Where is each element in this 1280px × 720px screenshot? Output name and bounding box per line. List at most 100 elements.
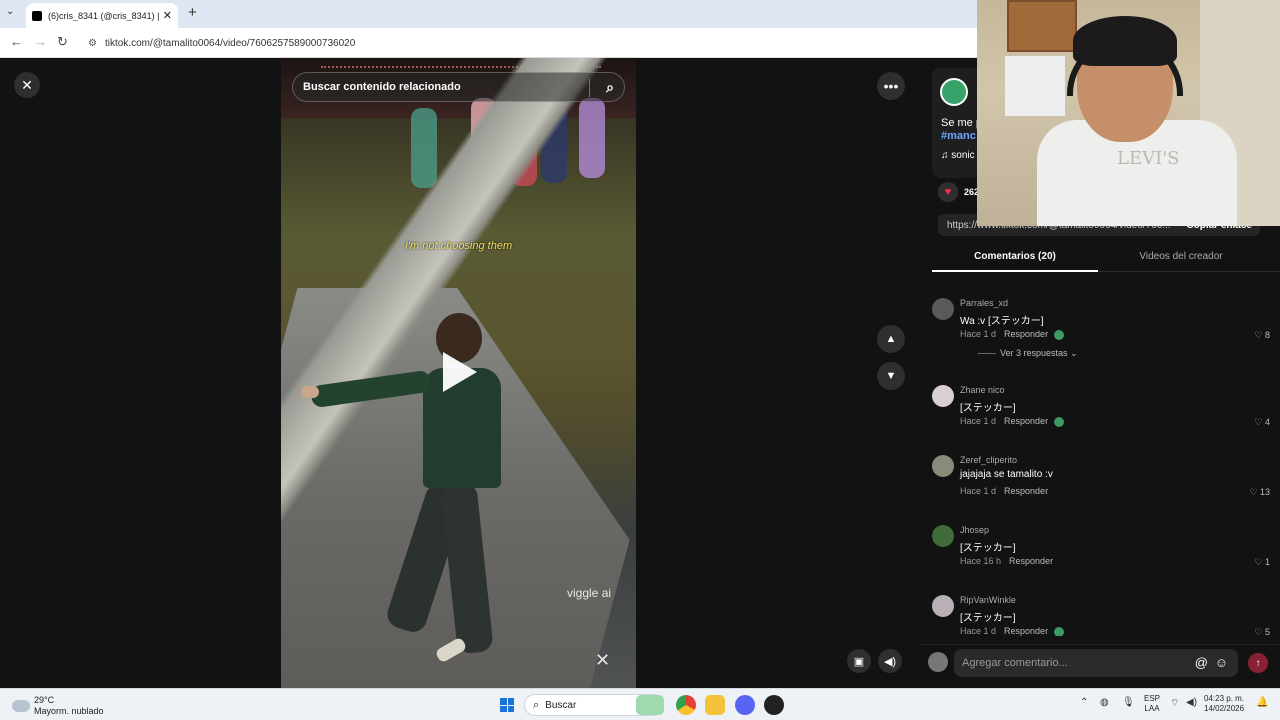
panel-tabs: Comentarios (20) Videos del creador [932,246,1280,272]
tab-search-chevron-icon[interactable]: ⌄ [6,6,14,17]
user-avatar[interactable] [928,652,948,672]
comment-username[interactable]: Zeref_cliperito [960,455,1017,465]
comment-username[interactable]: Zhane nico [960,385,1005,395]
more-options-button[interactable]: ••• [877,72,905,100]
comment-item: Zhane nico [ステッカー] Hace 1 d Responder ♡ 4 [932,379,1270,439]
comment-text: Wa :v [ステッカー] [960,316,1044,327]
creator-liked-badge-icon [1054,416,1065,427]
reload-icon[interactable]: ↻ [57,34,68,50]
comment-avatar[interactable] [932,385,954,407]
comment-text: jajajaja se tamalito :v [960,469,1053,480]
close-video-button[interactable]: ✕ [14,72,40,98]
forward-arrow-icon[interactable]: → [34,34,47,49]
heart-outline-icon: ♡ [1254,627,1265,636]
comment-like[interactable]: ♡ 5 [1254,627,1270,636]
comment-avatar[interactable] [932,298,954,320]
creator-avatar[interactable] [940,78,968,106]
address-bar[interactable]: ⚙ tiktok.com/@tamalito0064/video/7606257… [80,32,980,54]
person-shoe [434,636,468,664]
video-player[interactable]: I'm not choosing them viggle ai ✕ [281,58,636,688]
search-highlight-icon[interactable] [636,695,664,715]
system-clock[interactable]: 04:23 p. m. 14/02/2026 [1204,694,1244,714]
weather-temp: 29°C [34,695,55,705]
browser-tab[interactable]: (6)cris_8341 (@cris_8341) | TikTok ✕ [26,3,178,28]
webcam-overlay: LEVI'S [977,0,1280,226]
site-info-icon[interactable]: ⚙ [88,38,97,49]
comment-username[interactable]: RipVanWinkle [960,595,1016,605]
tab-close-icon[interactable]: ✕ [163,9,172,22]
music-link[interactable]: ♫ sonic [941,150,975,161]
tiktok-video-page: ✕ I'm not choosing them viggle ai ✕ Busc… [0,0,1280,688]
previous-video-button[interactable]: ▲ [877,325,905,353]
next-video-button[interactable]: ▼ [877,362,905,390]
reply-button[interactable]: Responder [1009,556,1053,566]
video-area: ✕ I'm not choosing them viggle ai ✕ Busc… [0,58,937,688]
file-explorer-icon[interactable] [705,695,725,715]
reply-button[interactable]: Responder [1004,416,1048,426]
floating-player-button[interactable]: ▣ [847,649,871,673]
heart-icon[interactable]: ♥ [938,182,958,202]
comment-username[interactable]: Jhosep [960,525,989,535]
send-comment-button[interactable]: ↑ [1248,653,1268,673]
chevron-down-icon: ⌄ [1070,348,1078,358]
comment-username[interactable]: Parrales_xd [960,298,1008,308]
discord-icon[interactable] [735,695,755,715]
volume-tray-icon[interactable]: ◀) [1186,697,1197,708]
video-hashtag[interactable]: #manc [941,130,976,142]
tray-chevron-up-icon[interactable]: ⌃ [1080,697,1088,708]
lang-code: ESP [1144,694,1161,703]
network-tray-icon[interactable]: ◍ [1100,697,1109,708]
replies-line [978,353,996,355]
view-replies-button[interactable]: Ver 3 respuestas ⌄ [978,348,1078,359]
tab-title: (6)cris_8341 (@cris_8341) | TikTok [48,10,159,21]
comment-like[interactable]: ♡ 4 [1254,417,1270,428]
creator-liked-badge-icon [1054,329,1065,340]
chrome-icon[interactable] [676,695,696,715]
mention-icon[interactable]: @ [1195,655,1208,670]
volume-button[interactable]: ◀) [878,649,902,673]
url-text: tiktok.com/@tamalito0064/video/760625758… [104,37,356,49]
view-replies-label: Ver 3 respuestas [1000,348,1068,358]
weather-widget[interactable]: 29°C Mayorm. nublado [12,695,104,717]
comment-like-count: 1 [1264,557,1270,567]
comment-avatar[interactable] [932,595,954,617]
heart-outline-icon: ♡ [1254,417,1265,427]
wifi-icon[interactable]: ⌔ [1170,697,1179,710]
volume-icon: ◀) [883,655,897,668]
tab-comments[interactable]: Comentarios (20) [932,246,1098,272]
weather-desc: Mayorm. nublado [34,706,104,716]
comment-avatar[interactable] [932,455,954,477]
comment-avatar[interactable] [932,525,954,547]
clock-time: 04:23 p. m. [1204,694,1245,703]
notification-bell-icon[interactable]: 🔔 [1256,697,1268,708]
like-control[interactable]: ♥ 262 [938,182,979,202]
heart-outline-icon: ♡ [1249,487,1260,497]
arrow-up-icon: ↑ [1255,657,1261,669]
reply-button[interactable]: Responder [1004,329,1048,339]
new-tab-button[interactable]: + [188,4,197,21]
comment-input[interactable]: Agregar comentario... @ ☺ [954,649,1238,677]
obs-icon[interactable] [764,695,784,715]
search-icon[interactable]: ⌕ [606,79,614,96]
comment-like[interactable]: ♡ 13 [1249,487,1270,498]
windows-start-icon[interactable] [500,698,514,712]
comment-like[interactable]: ♡ 1 [1254,557,1270,568]
emoji-icon[interactable]: ☺ [1215,655,1228,670]
reply-button[interactable]: Responder [1004,486,1048,496]
back-arrow-icon[interactable]: ← [10,34,23,49]
comment-like[interactable]: ♡ 8 [1254,330,1270,341]
reply-button[interactable]: Responder [1004,626,1048,636]
person-hand [301,386,319,398]
microphone-icon[interactable]: 🎙 [1122,697,1135,708]
comment-like-count: 13 [1259,487,1270,497]
wall-poster [1007,0,1077,52]
play-icon[interactable] [443,352,477,392]
comment-time: Hace 1 d [960,626,997,636]
tab-creator-videos[interactable]: Videos del creador [1098,246,1264,272]
related-search-bar[interactable]: Buscar contenido relacionado ⌕ [292,72,625,102]
heart-outline-icon: ♡ [1254,557,1265,567]
language-indicator[interactable]: ESP LAA [1144,694,1160,714]
clock-date: 14/02/2026 [1204,704,1245,713]
music-title: sonic [951,150,975,161]
search-icon: ⌕ [533,698,540,711]
